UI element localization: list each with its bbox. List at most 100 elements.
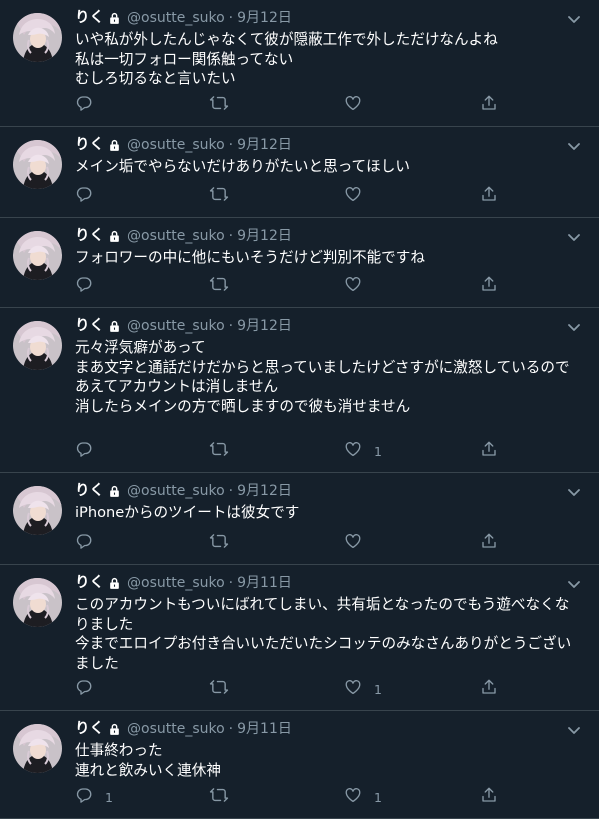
- tweet-date[interactable]: 9月12日: [237, 481, 292, 501]
- avatar[interactable]: [13, 724, 62, 773]
- tweet-date[interactable]: 9月12日: [237, 8, 292, 28]
- share-button[interactable]: [480, 532, 498, 554]
- tweet-text-line: いや私が外したんじゃなくて彼が隠蔽工作で外しただけなんよね: [75, 31, 498, 48]
- like-icon: [344, 94, 362, 116]
- display-name[interactable]: りく: [75, 226, 104, 246]
- share-button[interactable]: [480, 275, 498, 297]
- username-handle[interactable]: @osutte_suko: [127, 8, 225, 28]
- tweet-text-line: フォロワーの中に他にもいそうだけど判別不能ですね: [75, 249, 425, 266]
- retweet-button[interactable]: [209, 185, 241, 207]
- tweet-date[interactable]: 9月12日: [237, 135, 292, 155]
- retweet-icon: [209, 678, 229, 700]
- separator-dot: ·: [228, 575, 234, 591]
- display-name[interactable]: りく: [75, 481, 104, 501]
- lock-icon: [108, 230, 121, 243]
- tweet-header: りく @osutte_suko · 9月12日: [75, 481, 559, 501]
- retweet-icon: [209, 786, 229, 808]
- username-handle[interactable]: @osutte_suko: [127, 719, 225, 739]
- tweet[interactable]: りく @osutte_suko · 9月12日 iPhoneからのツイートは彼女です: [0, 473, 599, 565]
- reply-icon: [75, 185, 93, 207]
- chevron-down-icon[interactable]: [566, 320, 582, 336]
- chevron-down-icon[interactable]: [566, 485, 582, 501]
- display-name[interactable]: りく: [75, 719, 104, 739]
- share-button[interactable]: [480, 678, 498, 700]
- tweet-text: 仕事終わった連れと飲みいく連休神: [75, 741, 580, 780]
- reply-button[interactable]: [75, 532, 105, 554]
- username-handle[interactable]: @osutte_suko: [127, 316, 225, 336]
- chevron-down-icon[interactable]: [566, 230, 582, 246]
- like-button[interactable]: [344, 275, 374, 297]
- tweet[interactable]: りく @osutte_suko · 9月11日 仕事終わった 連れと飲みいく連休神 1 1: [0, 711, 599, 819]
- like-button[interactable]: [344, 94, 374, 116]
- like-button[interactable]: [344, 532, 374, 554]
- like-button[interactable]: 1: [344, 786, 382, 808]
- share-button[interactable]: [480, 185, 498, 207]
- tweet-date[interactable]: 9月12日: [237, 226, 292, 246]
- username-handle[interactable]: @osutte_suko: [127, 226, 225, 246]
- username-handle[interactable]: @osutte_suko: [127, 135, 225, 155]
- tweet-date[interactable]: 9月11日: [237, 573, 292, 593]
- share-button[interactable]: [480, 94, 498, 116]
- tweet-text-line: まあ文字と通話だけだからと思っていましたけどさすがに激怒しているので: [75, 358, 570, 376]
- retweet-icon: [209, 94, 229, 116]
- tweet-text-line: 元々浮気癖があって: [75, 339, 206, 356]
- tweet-text-line: 連れと飲みいく連休神: [75, 761, 221, 779]
- tweet-text: フォロワーの中に他にもいそうだけど判別不能ですね: [75, 248, 580, 268]
- chevron-down-icon[interactable]: [566, 577, 582, 593]
- reply-button[interactable]: 1: [75, 786, 113, 808]
- retweet-button[interactable]: [209, 440, 241, 462]
- tweet-actions: [75, 185, 579, 207]
- share-icon: [480, 185, 498, 207]
- tweet[interactable]: りく @osutte_suko · 9月12日 フォロワーの中に他にもいそうだけど判別不…: [0, 218, 599, 308]
- retweet-button[interactable]: [209, 786, 241, 808]
- share-button[interactable]: [480, 786, 498, 808]
- retweet-button[interactable]: [209, 94, 241, 116]
- retweet-button[interactable]: [209, 532, 241, 554]
- retweet-button[interactable]: [209, 275, 241, 297]
- share-button[interactable]: [480, 440, 498, 462]
- tweet[interactable]: りく @osutte_suko · 9月12日 いや私が外したんじゃなくて彼が隠蔽工作で…: [0, 0, 599, 127]
- like-button[interactable]: [344, 185, 374, 207]
- tweet-text-line: 消したらメインの方で晒しますので彼も消せません: [75, 397, 411, 415]
- display-name[interactable]: りく: [75, 8, 104, 28]
- like-icon: [344, 532, 362, 554]
- reply-icon: [75, 275, 93, 297]
- reply-icon: [75, 678, 93, 700]
- username-handle[interactable]: @osutte_suko: [127, 481, 225, 501]
- separator-dot: ·: [228, 483, 234, 499]
- avatar[interactable]: [13, 321, 62, 370]
- chevron-down-icon[interactable]: [566, 723, 582, 739]
- avatar[interactable]: [13, 578, 62, 627]
- chevron-down-icon[interactable]: [566, 12, 582, 28]
- tweet-actions: 1: [75, 440, 579, 462]
- like-icon: [344, 440, 362, 462]
- retweet-icon: [209, 440, 229, 462]
- display-name[interactable]: りく: [75, 135, 104, 155]
- lock-icon: [108, 139, 121, 152]
- retweet-button[interactable]: [209, 678, 241, 700]
- avatar[interactable]: [13, 140, 62, 189]
- tweet-date[interactable]: 9月12日: [237, 316, 292, 336]
- share-icon: [480, 532, 498, 554]
- tweet-text-line: 仕事終わった: [75, 742, 163, 759]
- tweet-date[interactable]: 9月11日: [237, 719, 292, 739]
- tweet[interactable]: りく @osutte_suko · 9月11日 このアカウントもついにばれてしまい、共有…: [0, 565, 599, 711]
- like-button[interactable]: 1: [344, 678, 382, 700]
- like-button[interactable]: 1: [344, 440, 382, 462]
- display-name[interactable]: りく: [75, 316, 104, 336]
- avatar[interactable]: [13, 13, 62, 62]
- tweet-text-line: iPhoneからのツイートは彼女です: [75, 504, 300, 521]
- display-name[interactable]: りく: [75, 573, 104, 593]
- reply-button[interactable]: [75, 275, 105, 297]
- reply-button[interactable]: [75, 678, 105, 700]
- username-handle[interactable]: @osutte_suko: [127, 573, 225, 593]
- tweet[interactable]: りく @osutte_suko · 9月12日 メイン垢でやらないだけありがたいと思って…: [0, 127, 599, 218]
- tweet[interactable]: りく @osutte_suko · 9月12日 元々浮気癖があって まあ文字と通話だけだか…: [0, 308, 599, 473]
- reply-button[interactable]: [75, 94, 105, 116]
- tweet-text: iPhoneからのツイートは彼女です: [75, 503, 580, 523]
- chevron-down-icon[interactable]: [566, 139, 582, 155]
- reply-button[interactable]: [75, 440, 105, 462]
- reply-button[interactable]: [75, 185, 105, 207]
- avatar[interactable]: [13, 486, 62, 535]
- avatar[interactable]: [13, 231, 62, 280]
